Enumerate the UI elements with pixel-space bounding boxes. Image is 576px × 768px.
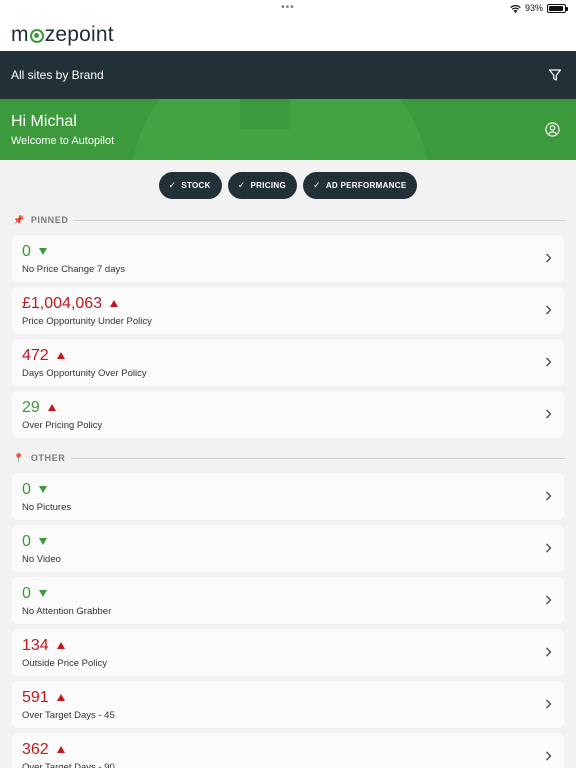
metric-value: 362 bbox=[22, 741, 49, 758]
metric-value: 134 bbox=[22, 637, 49, 654]
site-selector[interactable]: All sites by Brand bbox=[11, 68, 104, 82]
metric-label: Over Target Days - 90 bbox=[22, 762, 115, 768]
trend-down-icon bbox=[38, 538, 47, 545]
status-indicators: 93% bbox=[510, 3, 568, 13]
trend-down-icon bbox=[38, 486, 47, 493]
trend-down-icon bbox=[38, 248, 47, 255]
metric-value: 0 bbox=[22, 243, 31, 260]
metric-label: No Pictures bbox=[22, 502, 72, 513]
trend-up-icon bbox=[56, 746, 65, 753]
chevron-right-icon bbox=[546, 595, 552, 605]
metric-value-row: 29 bbox=[22, 398, 554, 417]
chevron-right-icon bbox=[546, 357, 552, 367]
trend-up-icon bbox=[56, 352, 65, 359]
battery-percent: 93% bbox=[524, 3, 543, 13]
other-list: 0 No Pictures 0 No Video 0 No Attention Grabb… bbox=[0, 473, 576, 768]
metric-value-row: 134 bbox=[22, 636, 554, 655]
metric-value-row: 362 bbox=[22, 740, 554, 759]
section-header-pinned: 📌 PINNED bbox=[0, 210, 576, 230]
metric-value: 472 bbox=[22, 347, 49, 364]
metric-card[interactable]: 0 No Attention Grabber bbox=[12, 577, 564, 624]
filter-icon[interactable] bbox=[548, 68, 562, 82]
metric-value-row: 591 bbox=[22, 688, 554, 707]
metric-card[interactable]: 591 Over Target Days - 45 bbox=[12, 681, 564, 728]
chevron-right-icon bbox=[546, 543, 552, 553]
trend-up-icon bbox=[47, 404, 56, 411]
chip-ad-performance[interactable]: ✓ AD PERFORMANCE bbox=[302, 171, 418, 199]
chevron-right-icon bbox=[546, 751, 552, 761]
chevron-right-icon bbox=[546, 253, 552, 263]
multitask-dots[interactable]: ••• bbox=[281, 2, 295, 13]
metric-label: No Attention Grabber bbox=[22, 606, 112, 617]
chevron-right-icon bbox=[546, 647, 552, 657]
metric-card[interactable]: 0 No Video bbox=[12, 525, 564, 572]
metric-value: 0 bbox=[22, 481, 31, 498]
chevron-right-icon bbox=[546, 305, 552, 315]
metric-label: No Video bbox=[22, 554, 61, 565]
status-bar: ••• 93% bbox=[0, 0, 576, 18]
metric-card[interactable]: £1,004,063 Price Opportunity Under Policy bbox=[12, 287, 564, 334]
wifi-icon bbox=[510, 4, 521, 13]
user-circle-icon[interactable] bbox=[545, 122, 560, 137]
logo-o-icon bbox=[29, 28, 44, 43]
metric-value-row: 0 bbox=[22, 480, 554, 499]
trend-up-icon bbox=[56, 694, 65, 701]
nav-bar: All sites by Brand bbox=[0, 51, 576, 99]
metric-value-row: £1,004,063 bbox=[22, 294, 554, 313]
metric-card[interactable]: 0 No Pictures bbox=[12, 473, 564, 520]
metric-value-row: 0 bbox=[22, 242, 554, 261]
metric-label: Over Target Days - 45 bbox=[22, 710, 115, 721]
greeting: Hi Michal bbox=[11, 113, 77, 130]
pin-icon: 📍 bbox=[13, 452, 25, 463]
metric-label: Days Opportunity Over Policy bbox=[22, 368, 147, 379]
chevron-right-icon bbox=[546, 409, 552, 419]
check-icon: ✓ bbox=[312, 179, 321, 190]
divider bbox=[71, 457, 565, 459]
metric-value: 0 bbox=[22, 585, 31, 602]
check-icon: ✓ bbox=[237, 179, 246, 190]
pinned-list: 0 No Price Change 7 days £1,004,063 Price O… bbox=[0, 235, 576, 438]
divider bbox=[74, 219, 565, 221]
metric-value: £1,004,063 bbox=[22, 295, 103, 312]
metric-card[interactable]: 362 Over Target Days - 90 bbox=[12, 733, 564, 768]
chip-stock[interactable]: ✓ STOCK bbox=[158, 171, 222, 199]
metric-label: No Price Change 7 days bbox=[22, 264, 125, 275]
battery-icon bbox=[547, 3, 568, 13]
chip-pricing[interactable]: ✓ PRICING bbox=[227, 171, 297, 199]
category-filter-chips: ✓ STOCK ✓ PRICING ✓ AD PERFORMANCE bbox=[0, 160, 576, 204]
pin-icon: 📌 bbox=[13, 214, 25, 225]
metric-label: Over Pricing Policy bbox=[22, 420, 103, 431]
metric-value-row: 472 bbox=[22, 346, 554, 365]
metric-value-row: 0 bbox=[22, 584, 554, 603]
trend-down-icon bbox=[38, 590, 47, 597]
metric-card[interactable]: 0 No Price Change 7 days bbox=[12, 235, 564, 282]
metric-card[interactable]: 29 Over Pricing Policy bbox=[12, 391, 564, 438]
metric-card[interactable]: 472 Days Opportunity Over Policy bbox=[12, 339, 564, 386]
logo-bar: m zepoint bbox=[0, 18, 576, 51]
metric-value-row: 0 bbox=[22, 532, 554, 551]
metric-value: 0 bbox=[22, 533, 31, 550]
check-icon: ✓ bbox=[168, 179, 177, 190]
metric-label: Outside Price Policy bbox=[22, 658, 108, 669]
section-header-other: 📍 OTHER bbox=[0, 448, 576, 468]
metric-value: 591 bbox=[22, 689, 49, 706]
trend-up-icon bbox=[110, 300, 119, 307]
metric-card[interactable]: 134 Outside Price Policy bbox=[12, 629, 564, 676]
metric-label: Price Opportunity Under Policy bbox=[22, 316, 152, 327]
trend-up-icon bbox=[56, 642, 65, 649]
chevron-right-icon bbox=[546, 491, 552, 501]
welcome-banner: Hi Michal Welcome to Autopilot bbox=[0, 99, 576, 160]
metric-value: 29 bbox=[22, 399, 40, 416]
brand-logo: m zepoint bbox=[11, 22, 114, 46]
chevron-right-icon bbox=[546, 699, 552, 709]
welcome-subtitle: Welcome to Autopilot bbox=[11, 135, 115, 147]
